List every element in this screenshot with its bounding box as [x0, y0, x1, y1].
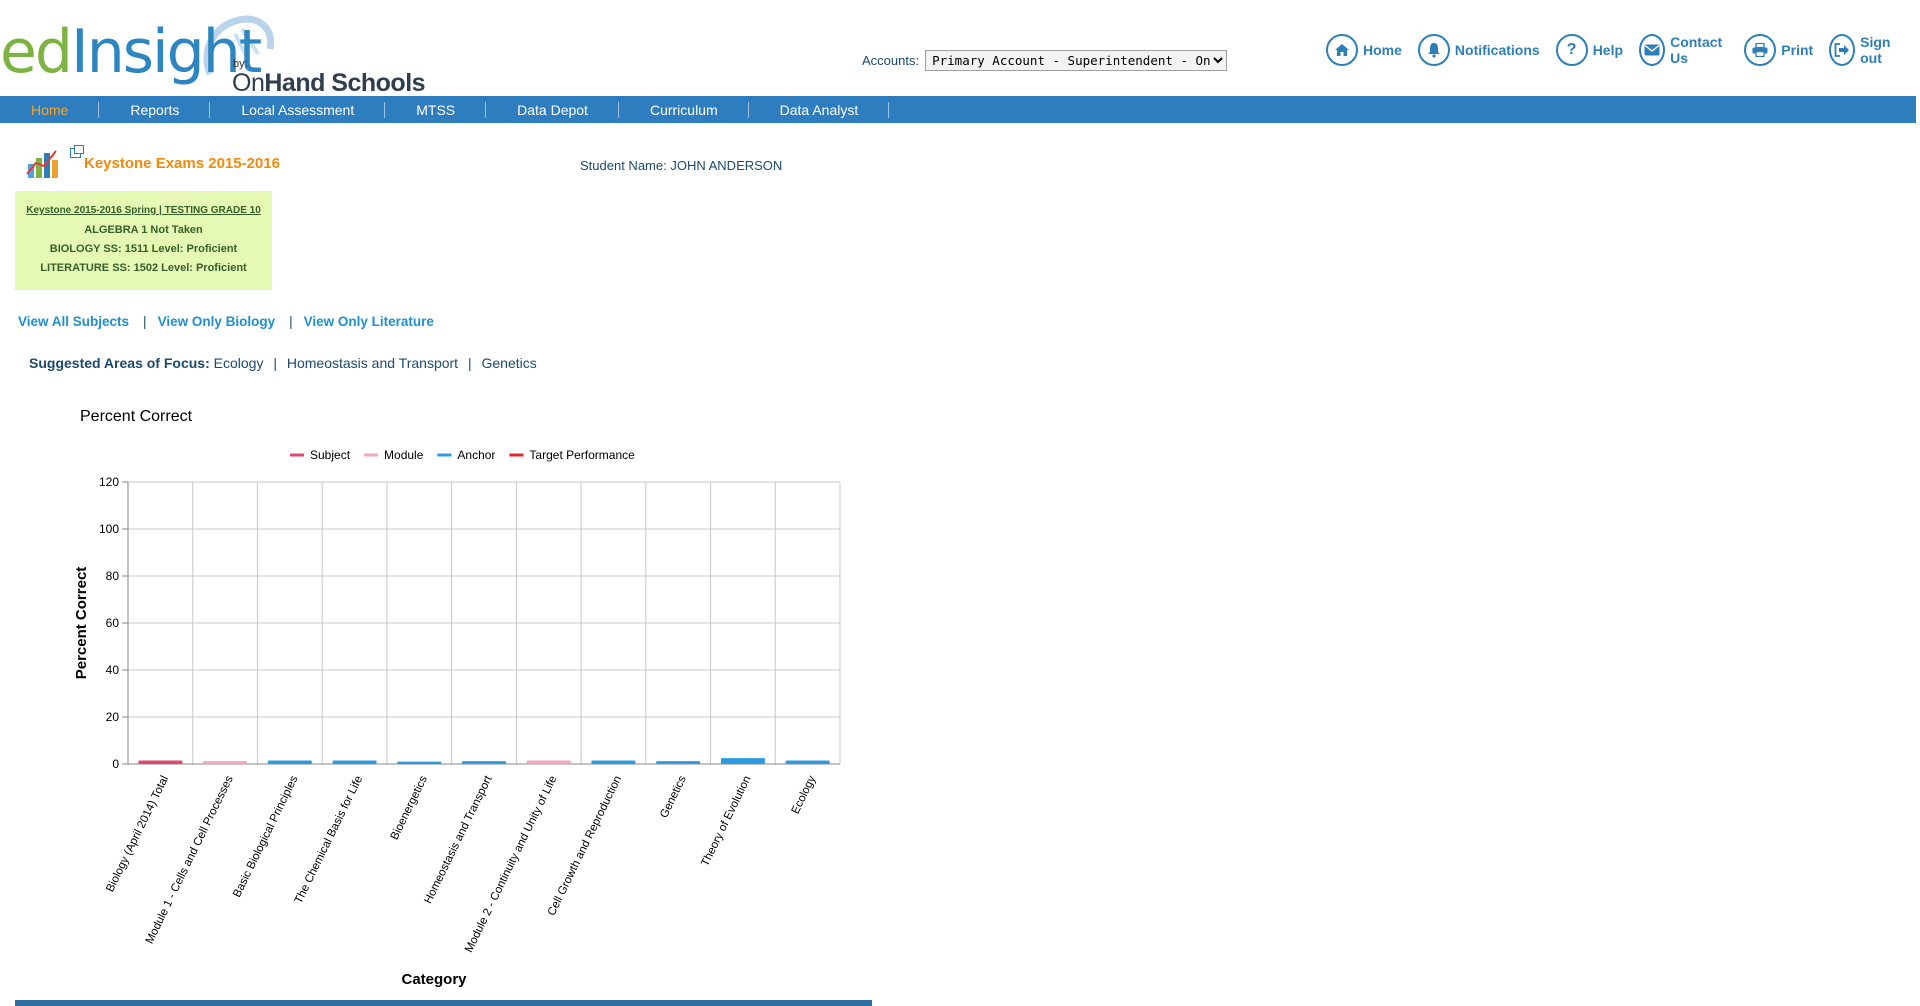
- legend-label-module: Module: [384, 448, 424, 462]
- sign-out-link-label: Sign out: [1860, 34, 1891, 66]
- contact-us-link[interactable]: Contact Us: [1639, 34, 1728, 66]
- x-tick-label: Cell Growth and Reproduction: [546, 774, 624, 918]
- student-name-value: JOHN ANDERSON: [670, 158, 783, 173]
- x-tick-label: Genetics: [658, 774, 689, 820]
- logo-company-text: OnHand Schools: [232, 69, 426, 97]
- legend-label-subject: Subject: [310, 448, 351, 462]
- home-link[interactable]: Home: [1326, 34, 1402, 66]
- bar-4: [332, 760, 377, 764]
- focus-area-genetics: Genetics: [481, 355, 537, 371]
- page-title: Keystone Exams 2015-2016: [84, 155, 280, 172]
- popout-icon[interactable]: [70, 145, 84, 158]
- x-tick-label: Ecology: [790, 774, 819, 816]
- envelope-icon: [1639, 34, 1666, 66]
- x-tick-label: Homeostasis and Transport: [422, 773, 495, 905]
- y-tick-label: 80: [106, 569, 120, 583]
- results-table-header: [15, 1000, 872, 1006]
- edinsight-logo[interactable]: edInsight by: OnHand Schools: [0, 12, 430, 97]
- x-axis-title: Category: [401, 971, 467, 988]
- bar-1: [138, 760, 183, 764]
- x-tick-label: Basic Biological Principles: [231, 774, 300, 900]
- separator: |: [143, 314, 147, 329]
- help-link-label: Help: [1592, 42, 1624, 58]
- score-line-biology: BIOLOGY SS: 1511 Level: Proficient: [49, 243, 238, 255]
- y-tick-label: 40: [106, 663, 120, 677]
- y-tick-label: 20: [106, 710, 120, 724]
- nav-item-local-assessment[interactable]: Local Assessment: [210, 101, 386, 118]
- print-link-label: Print: [1781, 42, 1814, 58]
- chart-title: Percent Correct: [80, 408, 193, 425]
- bar-8: [591, 760, 636, 764]
- bar-3: [267, 760, 312, 764]
- logo-ed-text: ed: [0, 17, 73, 87]
- report-chart-icon: [26, 150, 58, 178]
- bar-5: [397, 761, 442, 764]
- chart-svg: Percent Correct Subject Module Anchor Target…: [73, 408, 841, 988]
- x-tick-label: Theory of Evolution: [699, 774, 753, 868]
- sign-out-link[interactable]: Sign out: [1829, 34, 1904, 66]
- bar-9: [656, 761, 701, 764]
- nav-item-curriculum[interactable]: Curriculum: [619, 101, 749, 118]
- percent-correct-chart: Percent Correct Subject Module Anchor Target…: [60, 400, 860, 1000]
- bar-2: [203, 761, 248, 764]
- accounts-select[interactable]: Primary Account - Superintendent - OnHan…: [925, 50, 1228, 71]
- nav-item-data-depot[interactable]: Data Depot: [486, 101, 619, 118]
- printer-icon: [1744, 34, 1777, 66]
- nav-item-data-analyst[interactable]: Data Analyst: [749, 101, 890, 118]
- y-tick-label: 100: [99, 522, 119, 536]
- y-tick-label: 120: [99, 475, 119, 489]
- view-only-literature-link[interactable]: View Only Literature: [304, 314, 434, 329]
- focus-area-homeostasis: Homeostasis and Transport: [286, 355, 459, 371]
- nav-item-home[interactable]: Home: [0, 101, 100, 118]
- suggested-focus: Suggested Areas of Focus: Ecology | Home…: [29, 355, 537, 371]
- view-filter-links: View All Subjects | View Only Biology | …: [18, 314, 434, 329]
- suggested-focus-label: Suggested Areas of Focus:: [29, 355, 210, 371]
- home-link-label: Home: [1363, 42, 1402, 58]
- x-tick-label: Biology (April 2014) Total: [104, 774, 171, 894]
- print-link[interactable]: Print: [1744, 34, 1813, 66]
- score-summary-box: Keystone 2015-2016 Spring | TESTING GRAD…: [15, 191, 272, 290]
- main-nav: Home Reports Local Assessment MTSS Data …: [0, 96, 1916, 123]
- score-line-algebra: ALGEBRA 1 Not Taken: [84, 224, 203, 236]
- home-icon: [1326, 34, 1358, 66]
- view-only-biology-link[interactable]: View Only Biology: [158, 314, 276, 329]
- top-links: Home Notifications ? Help Contact Us Pri…: [1326, 34, 1920, 66]
- focus-area-ecology: Ecology: [213, 355, 264, 371]
- notifications-link[interactable]: Notifications: [1417, 34, 1540, 66]
- y-tick-label: 60: [106, 616, 120, 630]
- y-tick-label: 0: [112, 757, 119, 771]
- score-summary-header-link[interactable]: Keystone 2015-2016 Spring | TESTING GRAD…: [15, 205, 272, 216]
- bar-10: [720, 758, 765, 764]
- x-tick-label: Bioenergetics: [389, 774, 430, 842]
- bar-7: [526, 760, 571, 764]
- notifications-link-label: Notifications: [1454, 42, 1540, 58]
- contact-us-link-label: Contact Us: [1670, 34, 1723, 66]
- accounts-selector: Accounts: Primary Account - Superintende…: [862, 50, 1228, 71]
- bar-11: [785, 760, 830, 764]
- header: edInsight by: OnHand Schools Accounts: P…: [0, 0, 1920, 97]
- bell-icon: [1417, 34, 1450, 66]
- accounts-label: Accounts:: [862, 53, 920, 68]
- y-axis-title: Percent Correct: [73, 567, 90, 680]
- x-tick-label: The Chemical Basis for Life: [293, 774, 365, 906]
- help-link[interactable]: ? Help: [1555, 34, 1624, 66]
- student-name: Student Name: JOHN ANDERSON: [580, 158, 782, 173]
- legend-label-target-performance: Target Performance: [529, 448, 635, 462]
- bar-6: [461, 761, 507, 764]
- separator: |: [289, 314, 293, 329]
- nav-item-reports[interactable]: Reports: [99, 101, 211, 118]
- nav-item-mtss[interactable]: MTSS: [385, 101, 487, 118]
- student-name-label: Student Name:: [580, 158, 667, 173]
- sign-out-icon: [1829, 34, 1856, 66]
- score-line-literature: LITERATURE SS: 1502 Level: Proficient: [40, 262, 247, 274]
- question-icon: ?: [1555, 34, 1588, 66]
- legend-label-anchor: Anchor: [457, 448, 495, 462]
- view-all-subjects-link[interactable]: View All Subjects: [18, 314, 129, 329]
